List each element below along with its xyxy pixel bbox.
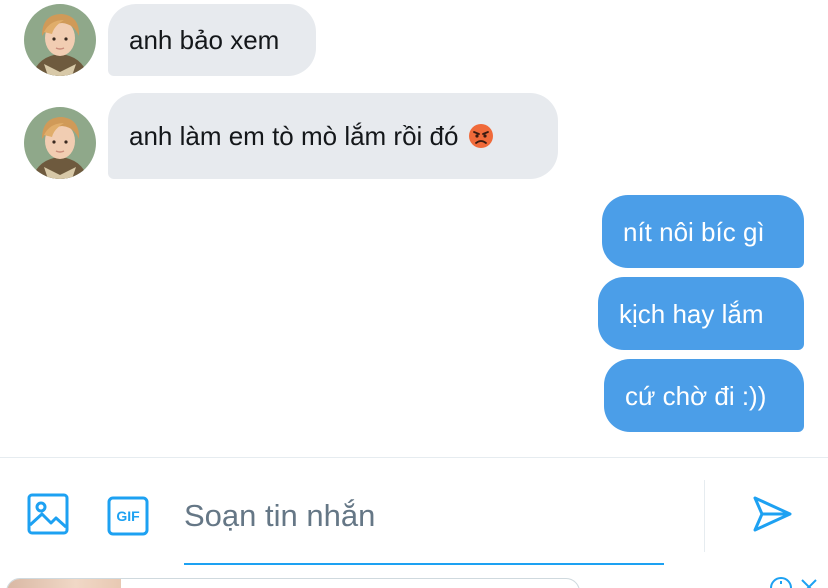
image-icon <box>27 493 69 540</box>
send-divider <box>704 480 705 552</box>
card-actions <box>768 576 828 588</box>
message-input[interactable] <box>184 490 664 542</box>
composer-divider <box>0 457 828 458</box>
message-text: anh bảo xem <box>129 25 280 55</box>
avatar[interactable] <box>24 107 96 179</box>
message-text: kịch hay lắm <box>619 298 764 329</box>
message-bubble-outgoing[interactable]: kịch hay lắm <box>598 277 804 350</box>
close-icon <box>801 579 817 588</box>
message-bubble-incoming[interactable]: anh bảo xem <box>108 4 316 76</box>
input-underline <box>184 563 664 565</box>
send-button[interactable] <box>750 494 794 538</box>
angry-face-icon <box>468 123 494 149</box>
gif-label: GIF <box>116 508 140 524</box>
gif-icon: GIF <box>107 496 149 536</box>
message-text: anh làm em tò mò lắm rồi đó <box>129 121 459 151</box>
chat-screen: anh bảo xem anh làm em tò mò lắm rồi đó <box>0 0 828 588</box>
message-composer <box>184 490 664 566</box>
message-text: cứ chờ đi :)) <box>625 380 767 411</box>
image-button[interactable] <box>26 493 70 540</box>
promoted-card[interactable] <box>6 578 580 588</box>
card-thumbnail <box>7 579 121 588</box>
gif-button[interactable]: GIF <box>106 494 150 538</box>
send-icon <box>751 494 793 539</box>
message-bubble-outgoing[interactable]: cứ chờ đi :)) <box>604 359 804 432</box>
info-icon <box>770 577 792 588</box>
avatar[interactable] <box>24 4 96 76</box>
message-bubble-outgoing[interactable]: nít nôi bíc gì <box>602 195 804 268</box>
message-bubble-incoming[interactable]: anh làm em tò mò lắm rồi đó <box>108 93 558 179</box>
message-text: nít nôi bíc gì <box>623 216 765 247</box>
